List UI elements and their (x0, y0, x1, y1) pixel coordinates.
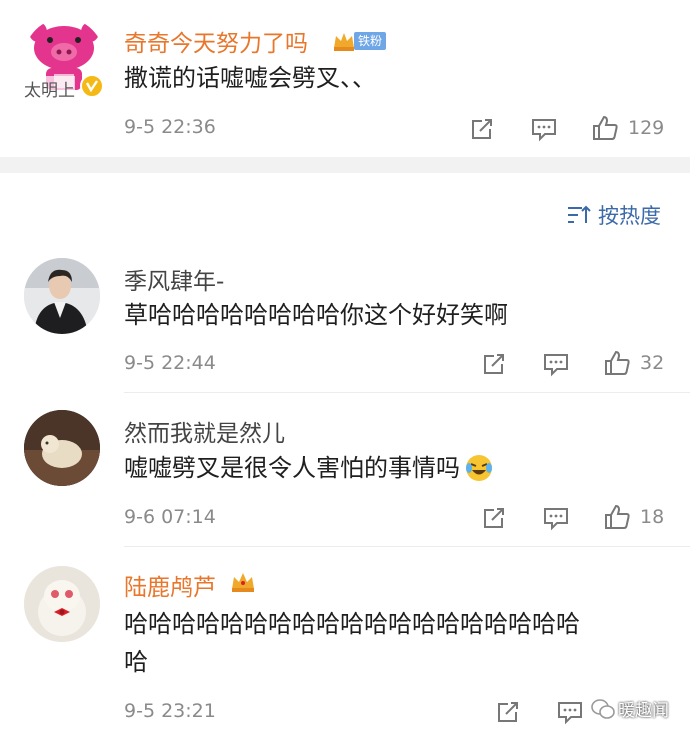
section-divider (0, 157, 690, 173)
comment-text: 嘘嘘劈叉是很令人害怕的事情吗 (124, 454, 460, 482)
username[interactable]: 奇奇今天努力了吗 (124, 24, 308, 58)
comment-text: 哈哈哈哈哈哈哈哈哈哈哈哈哈哈哈哈哈哈哈 (124, 610, 580, 638)
fan-badge-label: 铁粉 (354, 32, 387, 50)
share-icon (498, 702, 518, 722)
comment-time: 9-5 23:21 (124, 700, 216, 722)
thumbs-up-icon (605, 504, 630, 529)
crown-icon (334, 33, 354, 51)
comment-text-continued: 哈 (124, 648, 148, 676)
comment-icon (544, 508, 568, 531)
comment-text-row: 嘘嘘劈叉是很令人害怕的事情吗 (124, 448, 494, 488)
share-button[interactable] (480, 350, 508, 378)
like-count: 18 (640, 506, 665, 528)
reply-button[interactable] (542, 504, 570, 532)
share-button[interactable] (494, 698, 522, 726)
username[interactable]: 季风肆年- (124, 262, 224, 296)
watermark-text: 暖趣闻 (618, 701, 669, 721)
like-count: 129 (628, 117, 665, 139)
comment-text: 撒谎的话嘘嘘会劈叉、、 (124, 64, 376, 92)
photo-avatar-icon (24, 410, 100, 486)
comment-text: 草哈哈哈哈哈哈哈哈你这个好好笑啊 (124, 301, 508, 329)
comment-time: 9-5 22:36 (124, 116, 216, 138)
like-button[interactable]: 32 (602, 348, 664, 378)
avatar-caption: 太明上 (24, 76, 75, 101)
laugh-cry-emoji-icon (466, 455, 492, 481)
avatar[interactable] (24, 566, 100, 642)
person-avatar-icon (24, 258, 100, 334)
reply-button[interactable] (542, 350, 570, 378)
comment-time: 9-5 22:44 (124, 352, 216, 374)
like-count: 32 (640, 352, 665, 374)
comment-icon (532, 119, 556, 142)
like-button[interactable]: 18 (602, 502, 664, 532)
crown-icon (232, 573, 254, 592)
avatar[interactable] (24, 410, 100, 486)
fan-badge[interactable]: 铁粉 (332, 30, 387, 52)
username[interactable]: 陆鹿鸬芦 (124, 568, 216, 602)
sort-label: 按热度 (598, 204, 661, 228)
plush-avatar-icon (24, 566, 100, 642)
comment-time: 9-6 07:14 (124, 506, 216, 528)
share-icon (484, 354, 504, 374)
avatar[interactable] (24, 258, 100, 334)
sort-icon (568, 205, 591, 223)
share-button[interactable] (480, 504, 508, 532)
share-icon (472, 119, 492, 139)
share-icon (484, 508, 504, 528)
share-button[interactable] (468, 115, 496, 143)
thumbs-up-icon (605, 350, 630, 375)
username[interactable]: 然而我就是然儿 (124, 414, 285, 448)
reply-button[interactable] (556, 698, 584, 726)
row-divider (124, 392, 690, 393)
sort-button[interactable]: 按热度 (566, 200, 661, 230)
like-button[interactable]: 129 (590, 113, 664, 143)
comment-icon (558, 702, 582, 725)
vip-badge[interactable] (230, 570, 256, 598)
wechat-icon (591, 698, 615, 719)
row-divider (124, 546, 690, 547)
reply-button[interactable] (530, 115, 558, 143)
watermark: 暖趣闻 (590, 696, 669, 721)
thumbs-up-icon (593, 115, 618, 140)
comment-icon (544, 354, 568, 377)
verified-icon (80, 74, 104, 98)
